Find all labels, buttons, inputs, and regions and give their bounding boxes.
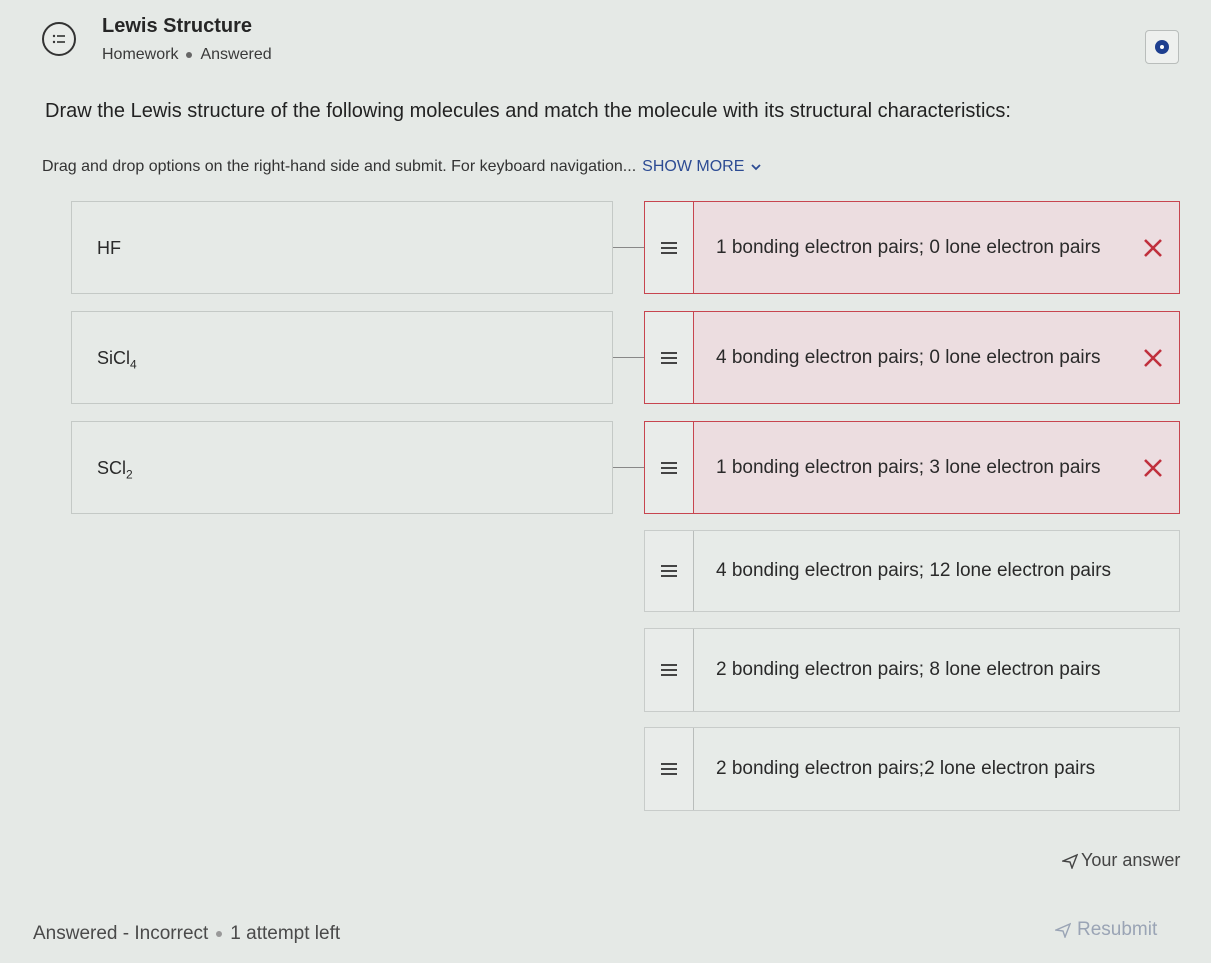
quiz-list-icon (42, 22, 76, 56)
drag-handle-icon[interactable] (645, 629, 694, 711)
instructions-text: Drag and drop options on the right-hand … (42, 158, 637, 175)
molecule-label: SCl2 (97, 458, 133, 482)
molecule-label: HF (97, 238, 121, 258)
resubmit-button[interactable]: Resubmit (1055, 919, 1157, 941)
molecule-drop-zone[interactable]: SiCl4 (71, 311, 613, 404)
answer-option[interactable]: 4 bonding electron pairs; 12 lone electr… (644, 530, 1180, 612)
match-connector (613, 467, 644, 468)
drag-handle-icon[interactable] (645, 202, 694, 293)
answer-option[interactable]: 2 bonding electron pairs; 8 lone electro… (644, 628, 1180, 712)
option-label: 4 bonding electron pairs; 0 lone electro… (716, 346, 1101, 368)
instructions: Drag and drop options on the right-hand … (42, 158, 762, 176)
question-text: Draw the Lewis structure of the followin… (45, 100, 1011, 122)
circle-icon (1155, 40, 1169, 54)
answer-option[interactable]: 2 bonding electron pairs;2 lone electron… (644, 727, 1180, 811)
molecule-label: SiCl4 (97, 348, 137, 372)
attempts-left: 1 attempt left (230, 923, 341, 944)
molecule-drop-zone[interactable]: HF (71, 201, 613, 294)
answer-option[interactable]: 1 bonding electron pairs; 0 lone electro… (644, 201, 1180, 294)
drag-handle-icon[interactable] (645, 422, 694, 513)
option-label: 1 bonding electron pairs; 0 lone electro… (716, 236, 1101, 258)
incorrect-x-icon (1127, 312, 1179, 403)
drag-handle-icon[interactable] (645, 728, 694, 810)
assignment-title: Lewis Structure (102, 15, 253, 37)
your-answer-link[interactable]: Your answer (1062, 850, 1180, 871)
resubmit-label: Resubmit (1077, 919, 1158, 940)
result-text: Answered - Incorrect (33, 923, 209, 944)
drag-handle-icon[interactable] (645, 531, 694, 611)
option-label: 2 bonding electron pairs;2 lone electron… (716, 758, 1096, 779)
send-icon (1062, 853, 1078, 869)
separator-dot (186, 52, 193, 58)
send-icon (1055, 922, 1071, 938)
your-answer-label: Your answer (1081, 850, 1181, 870)
molecule-drop-zone[interactable]: SCl2 (71, 421, 613, 514)
drag-handle-icon[interactable] (645, 312, 694, 403)
separator-dot (216, 931, 223, 937)
show-more-label: SHOW MORE (642, 158, 745, 175)
option-label: 2 bonding electron pairs; 8 lone electro… (716, 659, 1101, 680)
assignment-type: Homework (102, 46, 179, 63)
options-button[interactable] (1145, 30, 1179, 64)
assignment-meta: Homework Answered (102, 46, 272, 64)
option-label: 4 bonding electron pairs; 12 lone electr… (716, 560, 1112, 581)
match-connector (613, 247, 644, 248)
match-connector (613, 357, 644, 358)
answer-option[interactable]: 4 bonding electron pairs; 0 lone electro… (644, 311, 1180, 404)
answer-option[interactable]: 1 bonding electron pairs; 3 lone electro… (644, 421, 1180, 514)
show-more-link[interactable]: SHOW MORE (642, 158, 762, 176)
chevron-down-icon (751, 164, 761, 171)
incorrect-x-icon (1127, 202, 1179, 293)
result-status: Answered - Incorrect 1 attempt left (33, 923, 340, 945)
incorrect-x-icon (1127, 422, 1179, 513)
assignment-status: Answered (200, 46, 272, 63)
option-label: 1 bonding electron pairs; 3 lone electro… (716, 456, 1101, 478)
